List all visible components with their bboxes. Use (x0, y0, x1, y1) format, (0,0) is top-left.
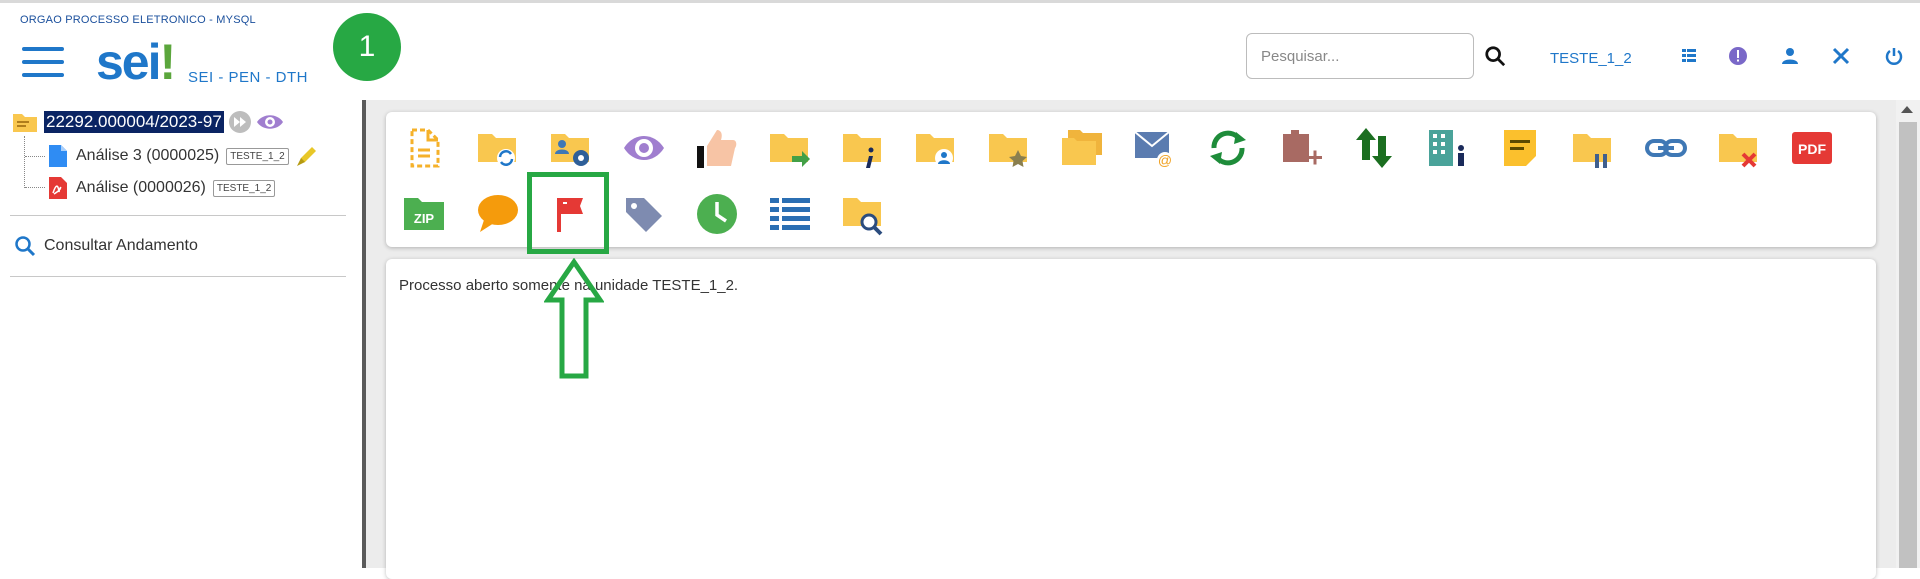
swap-arrows-icon[interactable] (1348, 122, 1400, 174)
folder-user-icon[interactable] (910, 122, 962, 174)
pen-icon[interactable] (295, 144, 319, 168)
folder-pause-icon[interactable] (1567, 122, 1619, 174)
link-icon[interactable] (1640, 122, 1692, 174)
action-toolbar: @ PDF ZIP (386, 112, 1876, 247)
search-icon[interactable] (1484, 45, 1506, 67)
pdf-file-icon (49, 177, 67, 199)
tree-line (25, 187, 45, 188)
tree-line (24, 136, 25, 188)
comment-icon[interactable] (472, 188, 524, 240)
document-icon (49, 145, 67, 167)
consult-history-link[interactable]: Consultar Andamento (14, 235, 198, 257)
tree-document[interactable]: Análise 3 (0000025) TESTE_1_2 (48, 144, 319, 168)
system-name: SEI - PEN - DTH (188, 69, 309, 86)
content-panel: Processo aberto somente na unidade TESTE… (386, 259, 1876, 579)
unit-tag: TESTE_1_2 (212, 179, 276, 197)
list-icon[interactable] (764, 188, 816, 240)
alert-icon[interactable] (1727, 45, 1749, 67)
power-icon[interactable] (1883, 45, 1905, 67)
scroll-thumb[interactable] (1899, 122, 1917, 568)
search-icon (15, 236, 36, 257)
document-label[interactable]: Análise (0000026) (76, 179, 206, 197)
folder-search-icon[interactable] (837, 188, 889, 240)
sidebar-separator (10, 215, 346, 216)
tree-document[interactable]: Análise (0000026) TESTE_1_2 (48, 176, 276, 200)
block-add-icon[interactable] (1275, 122, 1327, 174)
process-root[interactable]: 22292.000004/2023-97 (12, 110, 284, 134)
header: ORGAO PROCESSO ELETRONICO - MYSQL sei! S… (0, 3, 1920, 100)
sei-logo[interactable]: sei! (96, 33, 176, 91)
sidebar-separator (10, 276, 346, 277)
unit-selector[interactable]: TESTE_1_2 (1550, 50, 1632, 67)
clock-icon[interactable] (691, 188, 743, 240)
tools-icon[interactable] (1830, 45, 1852, 67)
step-badge: 1 (333, 13, 401, 81)
tree-line (25, 156, 45, 157)
grid-menu-icon[interactable] (1678, 45, 1700, 67)
consult-label[interactable]: Consultar Andamento (44, 237, 198, 255)
refresh-icon[interactable] (1202, 122, 1254, 174)
eye-icon[interactable] (256, 112, 284, 132)
folder-remove-icon[interactable] (1713, 122, 1765, 174)
unit-tag: TESTE_1_2 (226, 147, 289, 165)
process-tree-sidebar (0, 100, 362, 568)
folder-forward-icon[interactable] (764, 122, 816, 174)
svg-text:@: @ (1158, 152, 1172, 168)
folders-icon[interactable] (1056, 122, 1108, 174)
process-folder-icon (13, 114, 37, 132)
note-icon[interactable] (1494, 122, 1546, 174)
folder-sync-icon[interactable] (472, 122, 524, 174)
arrow-up-icon (544, 258, 604, 379)
pdf-icon[interactable]: PDF (1786, 122, 1838, 174)
org-name: ORGAO PROCESSO ELETRONICO - MYSQL (20, 14, 256, 26)
eye-icon[interactable] (618, 122, 670, 174)
search-input[interactable] (1246, 33, 1474, 79)
scroll-up-icon[interactable] (1901, 106, 1913, 113)
menu-icon[interactable] (22, 47, 64, 81)
thumbs-up-icon[interactable] (691, 122, 743, 174)
process-number[interactable]: 22292.000004/2023-97 (44, 111, 224, 133)
building-icon[interactable] (1421, 122, 1473, 174)
user-icon[interactable] (1779, 45, 1801, 67)
highlight-box (527, 172, 609, 254)
email-icon[interactable]: @ (1129, 122, 1181, 174)
new-document-icon[interactable] (398, 122, 450, 174)
folder-info-icon[interactable] (837, 122, 889, 174)
fast-forward-icon[interactable] (228, 110, 252, 134)
folder-star-icon[interactable] (983, 122, 1035, 174)
document-label[interactable]: Análise 3 (0000025) (76, 147, 219, 165)
folder-settings-icon[interactable] (545, 122, 597, 174)
tag-icon[interactable] (618, 188, 670, 240)
svg-text:ZIP: ZIP (414, 211, 435, 226)
zip-icon[interactable]: ZIP (398, 188, 450, 240)
svg-text:PDF: PDF (1798, 141, 1826, 157)
